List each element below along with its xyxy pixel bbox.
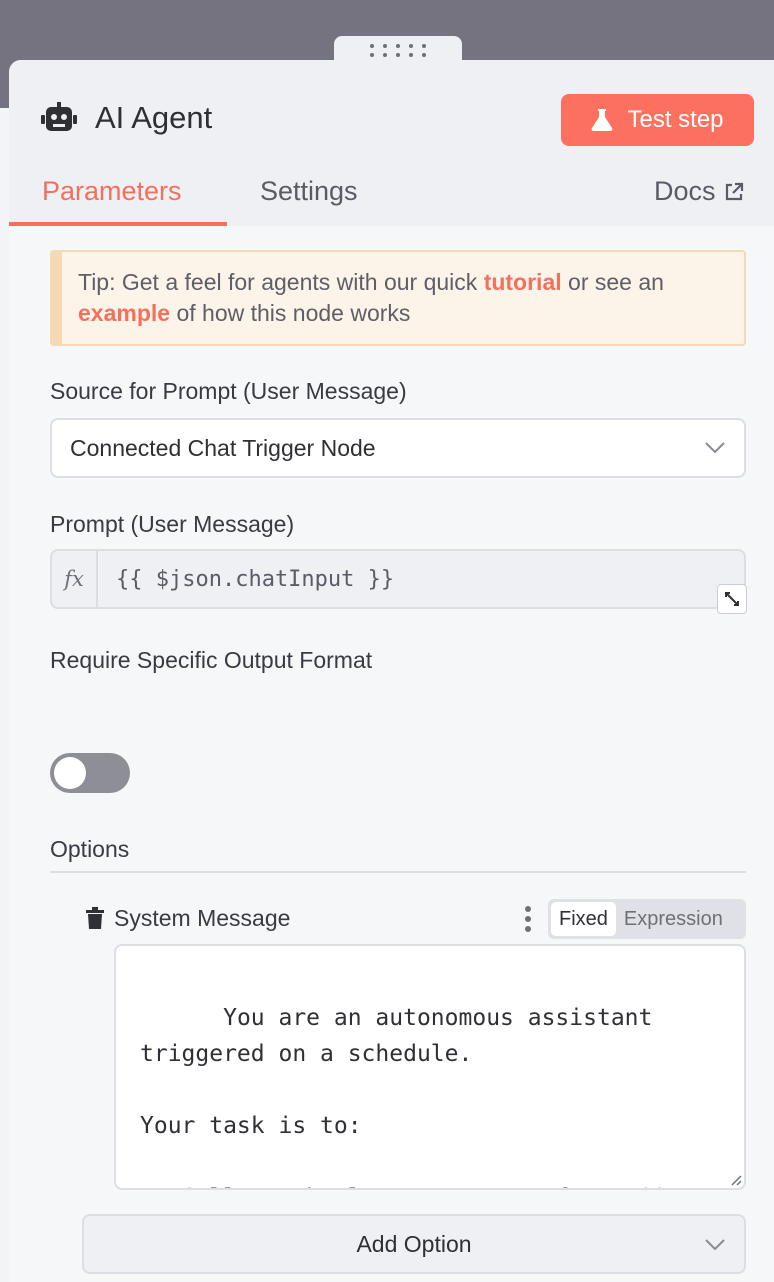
output-format-label: Require Specific Output Format bbox=[50, 647, 373, 673]
system-message-value: You are an autonomous assistant triggere… bbox=[140, 1005, 680, 1188]
active-tab-indicator bbox=[9, 222, 227, 226]
options-heading: Options bbox=[50, 836, 130, 862]
add-option-label: Add Option bbox=[356, 1230, 472, 1257]
chevron-down-icon bbox=[705, 442, 725, 454]
chevron-down-icon bbox=[705, 1239, 725, 1251]
tip-text: Tip: Get a feel for agents with our quic… bbox=[78, 269, 484, 295]
add-option-dropdown[interactable]: Add Option bbox=[82, 1214, 746, 1274]
expand-icon bbox=[725, 592, 739, 606]
system-message-label: System Message bbox=[114, 905, 291, 931]
test-step-button[interactable]: Test step bbox=[561, 94, 754, 146]
robot-icon bbox=[41, 102, 77, 131]
node-title: AI Agent bbox=[95, 100, 213, 135]
output-format-toggle[interactable] bbox=[50, 753, 130, 793]
external-link-icon bbox=[725, 182, 743, 200]
tab-parameters[interactable]: Parameters bbox=[42, 176, 182, 207]
trash-icon[interactable] bbox=[86, 907, 104, 929]
system-message-textarea[interactable]: You are an autonomous assistant triggere… bbox=[114, 944, 746, 1190]
expand-editor-button[interactable] bbox=[717, 584, 747, 614]
source-prompt-select[interactable]: Connected Chat Trigger Node bbox=[50, 418, 746, 478]
tip-text: or see an bbox=[561, 269, 664, 295]
example-link[interactable]: example bbox=[78, 300, 170, 326]
flask-icon bbox=[592, 109, 613, 131]
more-options-icon[interactable] bbox=[524, 906, 532, 932]
docs-label: Docs bbox=[654, 176, 716, 206]
panel-header: AI Agent Test step Parameters Settings D… bbox=[9, 60, 774, 226]
tab-settings[interactable]: Settings bbox=[260, 176, 358, 207]
options-divider bbox=[50, 871, 746, 873]
tutorial-link[interactable]: tutorial bbox=[484, 269, 562, 295]
fixed-expression-toggle: Fixed Expression bbox=[548, 899, 746, 939]
docs-link[interactable]: Docs bbox=[654, 176, 744, 207]
source-prompt-value: Connected Chat Trigger Node bbox=[70, 434, 376, 461]
fixed-mode-button[interactable]: Fixed bbox=[551, 902, 616, 936]
drag-dots-icon bbox=[370, 43, 426, 57]
prompt-expression-input[interactable]: fx {{ $json.chatInput }} bbox=[50, 549, 747, 614]
source-prompt-label: Source for Prompt (User Message) bbox=[50, 378, 407, 404]
tip-text: of how this node works bbox=[170, 300, 411, 326]
tip-callout: Tip: Get a feel for agents with our quic… bbox=[50, 250, 746, 346]
fx-icon: fx bbox=[52, 551, 98, 607]
prompt-label: Prompt (User Message) bbox=[50, 511, 295, 537]
prompt-value: {{ $json.chatInput }} bbox=[116, 566, 395, 592]
expression-mode-button[interactable]: Expression bbox=[620, 902, 727, 936]
resize-handle-icon[interactable] bbox=[728, 1172, 742, 1186]
test-step-label: Test step bbox=[627, 106, 724, 133]
node-settings-panel: AI Agent Test step Parameters Settings D… bbox=[9, 60, 774, 1282]
